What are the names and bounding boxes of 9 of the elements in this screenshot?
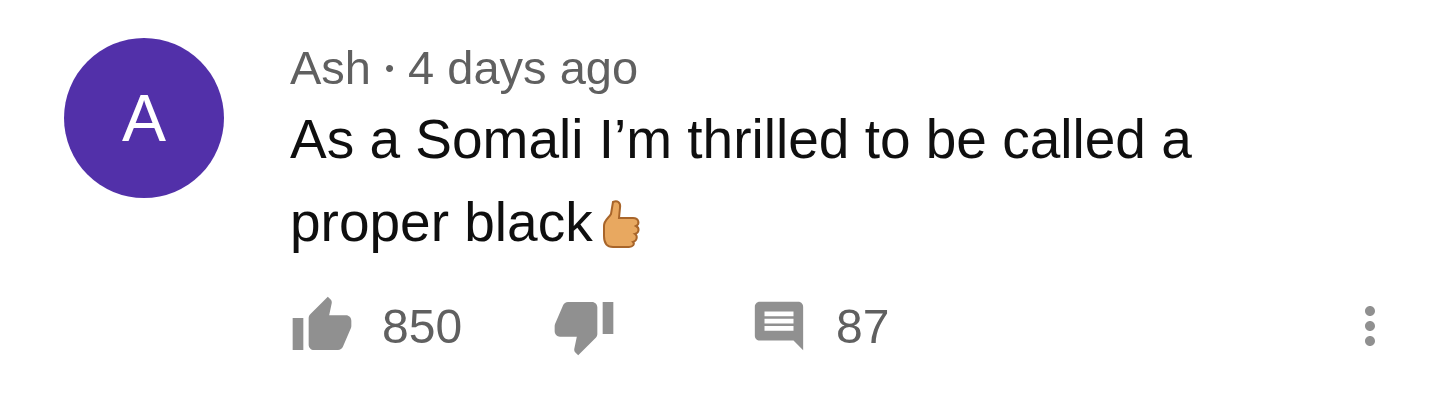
reply-count: 87 [836,298,890,354]
author-name[interactable]: Ash [290,38,371,98]
avatar-letter: A [122,85,166,151]
comment-text-line: proper black [290,190,593,255]
comment-text-line: As a Somali I’m thrilled to be called a [290,107,1192,172]
like-count: 850 [382,298,463,354]
separator-dot: • [385,52,395,85]
comment-time: 4 days ago [408,40,639,96]
avatar[interactable]: A [64,38,224,198]
